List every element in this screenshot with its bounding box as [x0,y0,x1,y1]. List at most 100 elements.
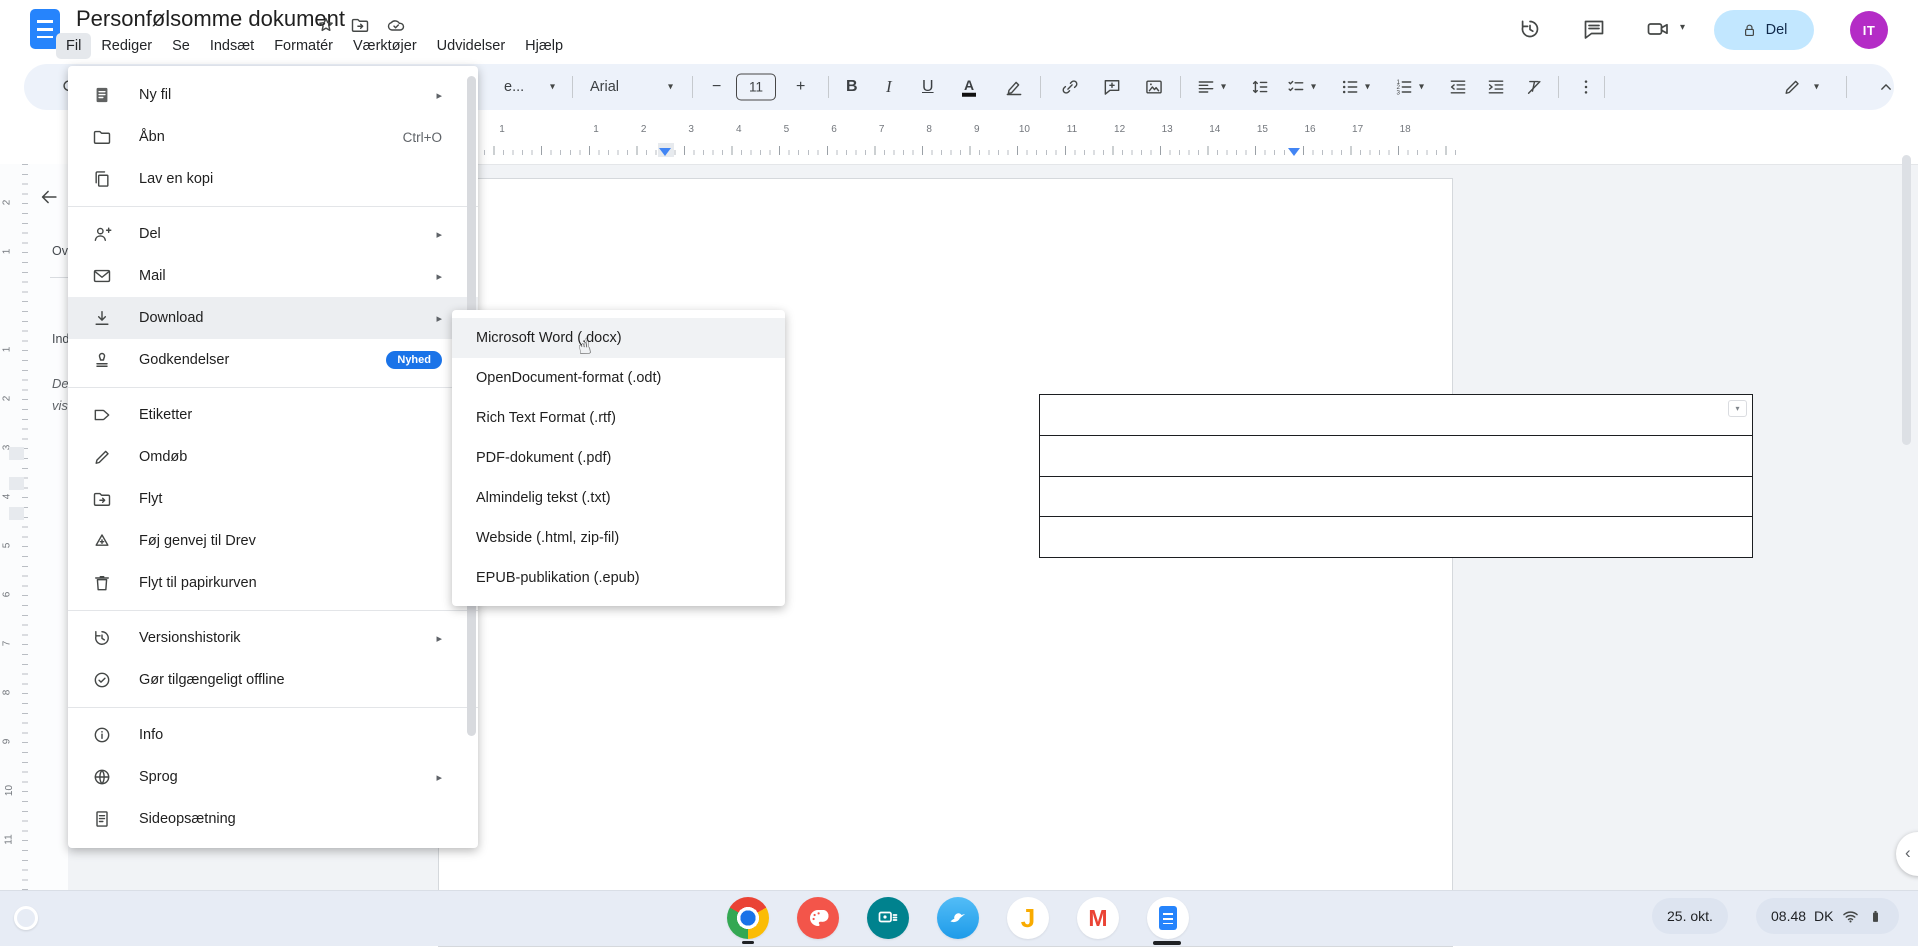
submenu-item-opendocument-format-odt[interactable]: OpenDocument-format (.odt) [452,358,785,398]
active-indicator [1153,941,1181,945]
menubar-item-fil[interactable]: Fil [56,33,91,59]
menu-item-flyt[interactable]: Flyt [68,478,478,520]
shelf-app-gallery[interactable] [937,897,979,939]
shelf-app-chrome[interactable] [727,897,769,939]
clear-formatting-icon[interactable] [1524,77,1544,97]
menu-item-abn[interactable]: ÅbnCtrl+O [68,116,478,158]
shelf-app-canvas[interactable] [797,897,839,939]
menu-item-gor-tilgaengeligt-offline[interactable]: Gør tilgængeligt offline [68,659,478,701]
date-pill[interactable]: 25. okt. [1652,898,1728,934]
bulleted-list-icon[interactable] [1340,77,1360,97]
document-table[interactable]: ▾ [1039,394,1753,558]
table-row[interactable]: ▾ [1040,395,1752,435]
decrease-font-size-button[interactable]: − [712,78,721,96]
table-row[interactable] [1040,435,1752,476]
menu-item-omdob[interactable]: Omdøb [68,436,478,478]
caret-down-icon[interactable]: ▾ [1419,82,1424,93]
shelf-app-docs[interactable] [1147,897,1189,939]
submenu-item-microsoft-word-docx[interactable]: Microsoft Word (.docx) [452,318,785,358]
document-scrollbar[interactable] [1902,155,1911,445]
add-comment-icon[interactable] [1102,77,1122,97]
close-outline-icon[interactable] [38,186,60,208]
table-menu-button[interactable]: ▾ [1728,400,1747,417]
insert-link-icon[interactable] [1060,77,1080,97]
video-call-caret-icon[interactable]: ▾ [1680,22,1692,46]
shelf-app-gmail[interactable]: M [1077,897,1119,939]
vertical-ruler[interactable]: 211234567891011 [0,164,30,945]
font-size-wrap[interactable]: 11 [736,74,776,101]
menu-item-foj-genvej-til-drev[interactable]: Føj genvej til Drev [68,520,478,562]
text-color-button[interactable]: A [962,78,976,97]
left-indent-marker[interactable] [659,148,671,156]
increase-indent-icon[interactable] [1486,77,1506,97]
highlight-icon[interactable] [1004,77,1024,97]
menu-item-del[interactable]: Del▸ [68,213,478,255]
caret-down-icon[interactable]: ▾ [1814,82,1819,93]
video-call-icon[interactable] [1646,17,1670,41]
menu-item-label: Versionshistorik [139,630,436,646]
cloud-status-icon[interactable] [386,15,406,35]
menu-item-download[interactable]: Download▸ [68,297,478,339]
launcher-icon[interactable] [14,906,38,930]
caret-down-icon[interactable]: ▾ [1311,82,1316,93]
move-folder-icon[interactable] [350,15,370,35]
side-panel-expand-button[interactable]: ‹ [1896,832,1918,876]
table-row-marker [9,477,24,490]
caret-down-icon[interactable]: ▾ [668,82,673,93]
submenu-item-webside-html-zip-fil[interactable]: Webside (.html, zip-fil) [452,518,785,558]
menubar-item-vaerktojer[interactable]: Værktøjer [343,33,427,59]
menu-item-lav-en-kopi[interactable]: Lav en kopi [68,158,478,200]
status-tray[interactable]: 08.48 DK [1756,898,1899,934]
menubar-item-formater[interactable]: Formatér [264,33,343,59]
bold-button[interactable]: B [846,78,858,96]
menubar-item-rediger[interactable]: Rediger [91,33,162,59]
submenu-item-pdf-dokument-pdf[interactable]: PDF-dokument (.pdf) [452,438,785,478]
font-family-dropdown[interactable]: Arial [590,79,652,95]
caret-down-icon[interactable]: ▾ [1365,82,1370,93]
more-options-icon[interactable] [1576,77,1596,97]
menu-item-ny-fil[interactable]: Ny fil▸ [68,74,478,116]
caret-down-icon[interactable]: ▾ [550,82,555,93]
version-history-icon[interactable] [1518,17,1542,41]
insert-image-icon[interactable] [1144,77,1164,97]
align-icon[interactable] [1196,77,1216,97]
menu-item-sideopsaetning[interactable]: Sideopsætning [68,798,478,840]
table-row[interactable] [1040,516,1752,557]
paragraph-style-dropdown[interactable]: e... [504,79,546,95]
document-title[interactable]: Personfølsomme dokument [76,6,345,32]
table-row[interactable] [1040,476,1752,517]
menubar-item-indsaet[interactable]: Indsæt [200,33,264,59]
menu-item-versionshistorik[interactable]: Versionshistorik▸ [68,617,478,659]
submenu-item-rich-text-format-rtf[interactable]: Rich Text Format (.rtf) [452,398,785,438]
submenu-item-epub-publikation-epub[interactable]: EPUB-publikation (.epub) [452,558,785,598]
numbered-list-icon[interactable]: 123 [1394,77,1414,97]
avatar[interactable]: IT [1850,11,1888,49]
italic-button[interactable]: I [886,77,892,97]
font-size-field[interactable]: 11 [736,74,776,101]
menubar-item-udvidelser[interactable]: Udvidelser [427,33,516,59]
menubar-item-se[interactable]: Se [162,33,200,59]
menu-item-flyt-til-papirkurven[interactable]: Flyt til papirkurven [68,562,478,604]
menu-item-sprog[interactable]: Sprog▸ [68,756,478,798]
line-spacing-icon[interactable] [1250,77,1270,97]
menu-item-mail[interactable]: Mail▸ [68,255,478,297]
menu-item-etiketter[interactable]: Etiketter [68,394,478,436]
shelf-app-screencast[interactable] [867,897,909,939]
underline-button[interactable]: U [922,78,934,96]
share-button[interactable]: Del [1714,10,1814,50]
increase-font-size-button[interactable]: + [796,78,805,96]
checklist-icon[interactable] [1286,77,1306,97]
menu-item-info[interactable]: Info [68,714,478,756]
star-icon[interactable] [316,15,336,35]
caret-down-icon[interactable]: ▾ [1221,82,1226,93]
hide-menus-icon[interactable] [1876,77,1896,97]
language-icon [92,767,112,787]
menubar-item-hjaelp[interactable]: Hjælp [515,33,573,59]
submenu-item-almindelig-tekst-txt[interactable]: Almindelig tekst (.txt) [452,478,785,518]
editing-mode-icon[interactable] [1782,77,1802,97]
menu-item-godkendelser[interactable]: GodkendelserNyhed [68,339,478,381]
decrease-indent-icon[interactable] [1448,77,1468,97]
comments-icon[interactable] [1582,17,1606,41]
right-indent-marker[interactable] [1288,148,1300,156]
shelf-app-jamboard[interactable]: J [1007,897,1049,939]
